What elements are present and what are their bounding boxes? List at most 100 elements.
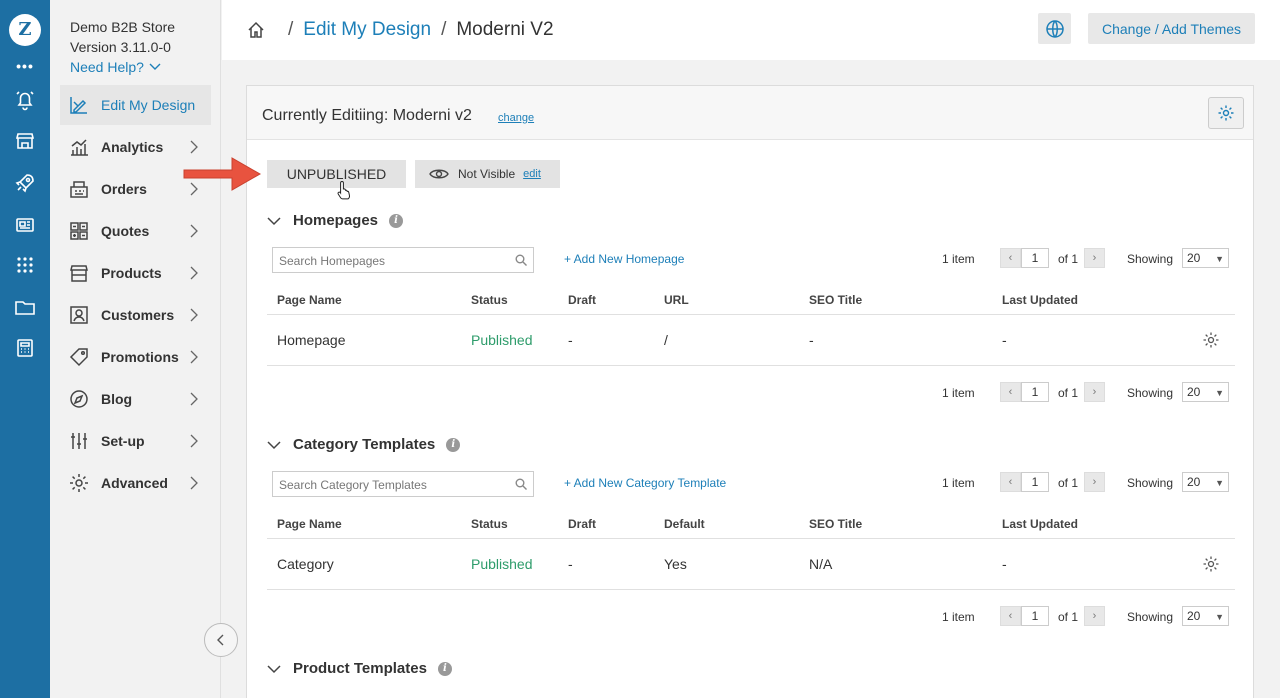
grid-icon[interactable] <box>13 253 37 277</box>
divider <box>267 538 1235 539</box>
per-page-select[interactable]: 20 ▼ <box>1182 472 1229 492</box>
prev-page-button[interactable]: ‹ <box>1000 248 1021 268</box>
nav-item-edit-my-design[interactable]: Edit My Design <box>60 85 211 125</box>
nav-item-advanced[interactable]: Advanced <box>60 463 211 503</box>
column-header[interactable]: Status <box>471 517 508 531</box>
section-product-header[interactable]: Product Templates i <box>267 660 452 677</box>
column-header[interactable]: Draft <box>568 293 596 307</box>
rocket-icon[interactable] <box>13 171 37 195</box>
per-page-select[interactable]: 20 ▼ <box>1182 606 1229 626</box>
nav-item-blog[interactable]: Blog <box>60 379 211 419</box>
cell-page-name[interactable]: Category <box>277 556 334 572</box>
promotions-icon <box>68 346 90 368</box>
search-placeholder: Search Category Templates <box>279 478 427 492</box>
annotation-arrow-icon <box>183 157 262 191</box>
next-page-button[interactable]: › <box>1084 472 1105 492</box>
search-category-input[interactable]: Search Category Templates <box>272 471 534 497</box>
cell-default: Yes <box>664 556 687 572</box>
chevron-left-icon <box>217 634 224 646</box>
prev-page-button[interactable]: ‹ <box>1000 382 1021 402</box>
page-number-input[interactable]: 1 <box>1021 472 1049 492</box>
row-gear-icon[interactable] <box>1202 555 1220 573</box>
design-icon <box>68 94 90 116</box>
analytics-icon <box>68 136 90 158</box>
prev-page-button[interactable]: ‹ <box>1000 606 1021 626</box>
nav-label: Set-up <box>101 433 145 449</box>
next-page-button[interactable]: › <box>1084 606 1105 626</box>
per-page-select[interactable]: 20 ▼ <box>1182 248 1229 268</box>
cell-last-updated: - <box>1002 556 1007 572</box>
prev-page-button[interactable]: ‹ <box>1000 472 1021 492</box>
per-page-select[interactable]: 20 ▼ <box>1182 382 1229 402</box>
page-total: of 1 <box>1058 386 1079 400</box>
more-icon[interactable]: ••• <box>0 58 50 74</box>
card-title: Currently Editiing: Moderni v2 <box>262 107 472 124</box>
calculator-icon[interactable] <box>13 336 37 360</box>
logo[interactable]: Z <box>9 14 41 46</box>
nav-item-set-up[interactable]: Set-up <box>60 421 211 461</box>
breadcrumb: / Edit My Design / Moderni V2 <box>246 19 554 41</box>
column-header[interactable]: Default <box>664 517 705 531</box>
collapse-sidebar-button[interactable] <box>204 623 238 657</box>
nav-item-products[interactable]: Products <box>60 253 211 293</box>
column-header[interactable]: Draft <box>568 517 596 531</box>
nav-item-promotions[interactable]: Promotions <box>60 337 211 377</box>
change-themes-button[interactable]: Change / Add Themes <box>1088 13 1255 44</box>
nav-item-customers[interactable]: Customers <box>60 295 211 335</box>
section-homepages-header[interactable]: Homepages i <box>267 212 404 229</box>
column-header[interactable]: Page Name <box>277 293 342 307</box>
page-number-input[interactable]: 1 <box>1021 382 1049 402</box>
column-header[interactable]: SEO Title <box>809 517 862 531</box>
info-icon[interactable]: i <box>389 213 404 228</box>
column-header[interactable]: Status <box>471 293 508 307</box>
column-header[interactable]: URL <box>664 293 689 307</box>
nav-item-quotes[interactable]: Quotes <box>60 211 211 251</box>
next-page-button[interactable]: › <box>1084 382 1105 402</box>
need-help-link[interactable]: Need Help? <box>70 57 175 77</box>
info-icon[interactable]: i <box>446 437 461 452</box>
change-link[interactable]: change <box>498 112 534 124</box>
search-icon <box>515 254 527 266</box>
info-icon[interactable]: i <box>437 661 452 676</box>
column-header[interactable]: Last Updated <box>1002 293 1078 307</box>
breadcrumb-separator: / <box>441 19 447 40</box>
cell-draft: - <box>568 332 573 348</box>
pagination-top: 1 item ‹ 1 of 1 › Showing 20 ▼ <box>942 472 1237 494</box>
add-homepage-link[interactable]: + Add New Homepage <box>564 252 684 266</box>
page-total: of 1 <box>1058 252 1079 266</box>
settings-button[interactable] <box>1208 97 1244 129</box>
home-icon[interactable] <box>246 20 266 40</box>
breadcrumb-edit-my-design[interactable]: Edit My Design <box>303 19 431 41</box>
section-category-header[interactable]: Category Templates i <box>267 436 461 453</box>
visibility-toggle[interactable]: Not Visible edit <box>415 160 560 188</box>
row-gear-icon[interactable] <box>1202 331 1220 349</box>
dropdown-caret-icon: ▼ <box>1215 254 1224 264</box>
chevron-right-icon <box>190 140 198 154</box>
column-header[interactable]: Page Name <box>277 517 342 531</box>
visibility-edit-link[interactable]: edit <box>523 168 541 180</box>
breadcrumb-separator: / <box>288 19 294 40</box>
next-page-button[interactable]: › <box>1084 248 1105 268</box>
add-category-template-link[interactable]: + Add New Category Template <box>564 476 726 490</box>
page-number-input[interactable]: 1 <box>1021 606 1049 626</box>
folder-icon[interactable] <box>13 295 37 319</box>
globe-icon <box>1045 19 1064 38</box>
card-header: Currently Editiing: Moderni v2 change <box>247 86 1253 140</box>
per-page-value: 20 <box>1187 609 1201 623</box>
chevron-right-icon <box>190 266 198 280</box>
search-homepages-input[interactable]: Search Homepages <box>272 247 534 273</box>
item-count: 1 item <box>942 386 975 400</box>
globe-button[interactable] <box>1038 13 1071 44</box>
nav-label: Orders <box>101 181 147 197</box>
cell-draft: - <box>568 556 573 572</box>
column-header[interactable]: SEO Title <box>809 293 862 307</box>
store-icon[interactable] <box>13 129 37 153</box>
icon-rail: Z ••• <box>0 0 50 698</box>
page-number-input[interactable]: 1 <box>1021 248 1049 268</box>
nav-label: Advanced <box>101 475 168 491</box>
column-header[interactable]: Last Updated <box>1002 517 1078 531</box>
bell-icon[interactable] <box>13 88 37 112</box>
chevron-right-icon <box>190 392 198 406</box>
newspaper-icon[interactable] <box>13 213 37 237</box>
cell-page-name[interactable]: Homepage <box>277 332 346 348</box>
